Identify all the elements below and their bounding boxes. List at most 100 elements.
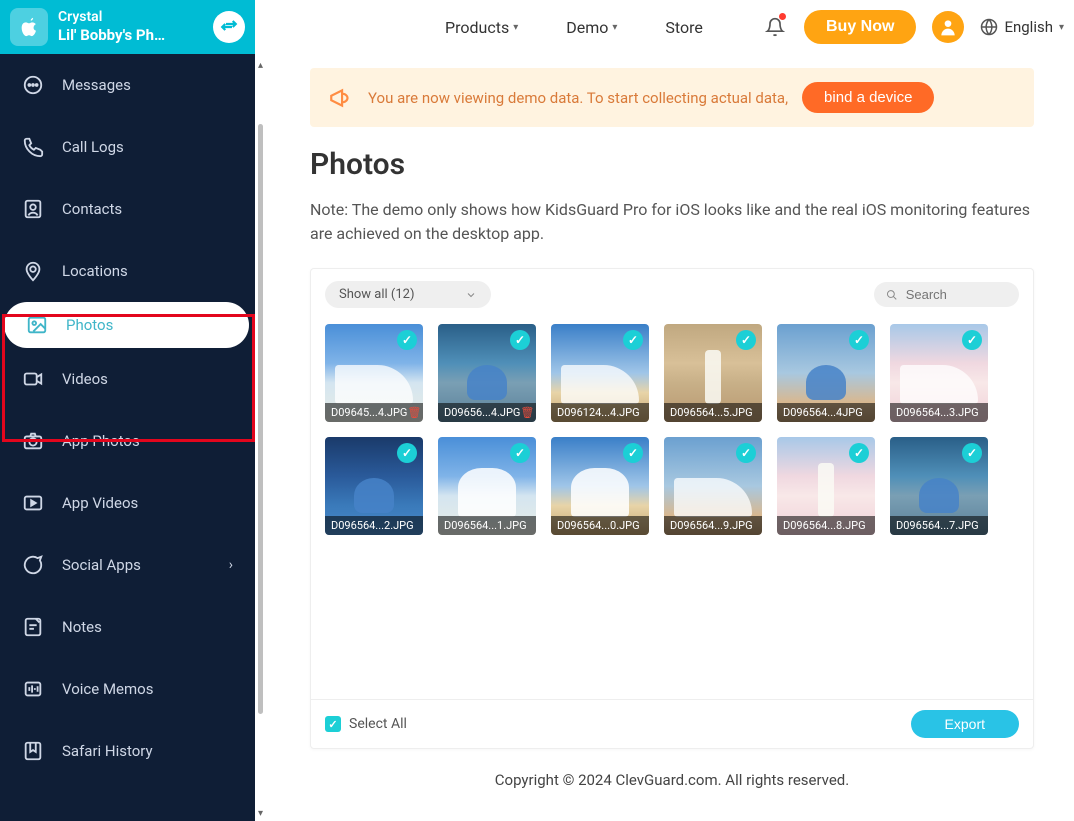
- photo-thumbnail[interactable]: ✓ D096564...3.JPG: [890, 324, 988, 422]
- filter-dropdown[interactable]: Show all (12): [325, 281, 491, 308]
- thumbnail-filename: D096564...0.JPG: [551, 516, 649, 535]
- sidebar-item-app-videos[interactable]: App Videos: [0, 472, 255, 534]
- user-icon: [938, 17, 958, 37]
- selected-check-icon: ✓: [397, 443, 417, 463]
- device-phone: Lil' Bobby's Pho...: [58, 26, 168, 46]
- bind-device-button[interactable]: bind a device: [802, 82, 934, 113]
- footer-copyright: Copyright © 2024 ClevGuard.com. All righ…: [310, 771, 1034, 789]
- contacts-icon: [22, 198, 44, 220]
- sidebar-item-label: Voice Memos: [62, 680, 153, 698]
- selected-check-icon: ✓: [849, 443, 869, 463]
- device-user: Crystal: [58, 8, 168, 26]
- language-selector[interactable]: English▾: [980, 18, 1064, 36]
- page-note: Note: The demo only shows how KidsGuard …: [310, 198, 1034, 246]
- globe-icon: [980, 18, 998, 36]
- nav-store[interactable]: Store: [665, 18, 702, 37]
- nav-demo[interactable]: Demo ▾: [566, 18, 617, 37]
- thumbnail-filename: D096124...4.JPG: [551, 403, 649, 422]
- panel-footer: ✓ Select All Export: [311, 699, 1033, 748]
- scrollbar[interactable]: [258, 124, 263, 714]
- search-box[interactable]: [874, 282, 1019, 307]
- selected-check-icon: ✓: [849, 330, 869, 350]
- sidebar-item-social-apps[interactable]: Social Apps›: [0, 534, 255, 596]
- photo-thumbnail[interactable]: ✓ D096564...9.JPG: [664, 437, 762, 535]
- selected-check-icon: ✓: [736, 330, 756, 350]
- photo-thumbnail[interactable]: ✓D096564...5.JPG: [664, 324, 762, 422]
- camera-icon: [22, 430, 44, 452]
- selected-check-icon: ✓: [510, 443, 530, 463]
- swap-device-button[interactable]: [213, 11, 245, 43]
- photo-thumbnail[interactable]: ✓ D09645...4.JPG🗑: [325, 324, 423, 422]
- photo-thumbnail[interactable]: ✓ D096564...4JPG: [777, 324, 875, 422]
- thumbnail-filename: D09656...4.JPG🗑: [438, 403, 536, 422]
- photo-icon: [26, 314, 48, 336]
- nav-right: Buy Now English▾: [762, 10, 1064, 44]
- photo-thumbnail[interactable]: ✓D096564...7.JPG: [890, 437, 988, 535]
- nav-products-label: Products: [445, 18, 509, 37]
- sidebar-item-label: Contacts: [62, 200, 122, 218]
- selected-check-icon: ✓: [736, 443, 756, 463]
- bell-icon: [765, 17, 785, 37]
- photo-thumbnail[interactable]: ✓D096564...0.JPG: [551, 437, 649, 535]
- thumbnail-filename: D096564...9.JPG: [664, 516, 762, 535]
- selected-check-icon: ✓: [962, 330, 982, 350]
- video-icon: [22, 368, 44, 390]
- main-content: You are now viewing demo data. To start …: [270, 54, 1074, 821]
- sidebar-item-label: Social Apps: [62, 556, 141, 574]
- selected-check-icon: ✓: [397, 330, 417, 350]
- thumbnail-filename: D096564...3.JPG: [890, 403, 988, 422]
- export-button[interactable]: Export: [911, 710, 1019, 738]
- thumbnail-filename: D096564...1.JPG: [438, 516, 536, 535]
- profile-button[interactable]: [932, 11, 964, 43]
- sidebar-item-notes[interactable]: Notes: [0, 596, 255, 658]
- sidebar-item-label: Videos: [62, 370, 108, 388]
- sidebar-item-label: App Videos: [62, 494, 138, 512]
- photo-thumbnail[interactable]: ✓D096564...2.JPG: [325, 437, 423, 535]
- select-all-checkbox[interactable]: ✓ Select All: [325, 716, 407, 732]
- search-icon: [886, 288, 898, 302]
- thumbnail-filename: D09645...4.JPG🗑: [325, 403, 423, 422]
- photo-thumbnail[interactable]: ✓D096564...8.JPG: [777, 437, 875, 535]
- sidebar-item-locations[interactable]: Locations: [0, 240, 255, 302]
- sidebar-item-contacts[interactable]: Contacts: [0, 178, 255, 240]
- sidebar-item-photos[interactable]: Photos: [4, 302, 249, 348]
- sidebar-item-messages[interactable]: Messages: [0, 54, 255, 116]
- nav-store-label: Store: [665, 18, 702, 37]
- trash-icon: 🗑: [520, 406, 534, 419]
- photo-thumbnail[interactable]: ✓ D096564...1.JPG: [438, 437, 536, 535]
- sidebar-item-videos[interactable]: Videos: [0, 348, 255, 410]
- notes-icon: [22, 616, 44, 638]
- search-input[interactable]: [906, 287, 1007, 302]
- sidebar-item-app-photos[interactable]: App Photos: [0, 410, 255, 472]
- thumbnail-filename: D096564...4JPG: [777, 403, 875, 422]
- nav-products[interactable]: Products▾: [445, 18, 518, 37]
- trash-icon: 🗑: [407, 406, 421, 419]
- caret-down-icon: ▾: [1059, 22, 1064, 33]
- sidebar-item-label: App Photos: [62, 432, 140, 450]
- page-title: Photos: [310, 147, 1034, 182]
- demo-banner: You are now viewing demo data. To start …: [310, 68, 1034, 127]
- sidebar-item-safari-history[interactable]: Safari History: [0, 720, 255, 782]
- buy-now-button[interactable]: Buy Now: [804, 10, 916, 44]
- photos-panel: Show all (12) ✓ D09645...4.JPG🗑 ✓ D09656...…: [310, 268, 1034, 749]
- device-header: Crystal Lil' Bobby's Pho...: [0, 0, 255, 54]
- scroll-up-icon: ▴: [258, 60, 268, 70]
- chevron-down-icon: ▾: [612, 22, 617, 33]
- sidebar-item-call-logs[interactable]: Call Logs: [0, 116, 255, 178]
- sidebar-menu: Messages Call Logs Contacts Locations Ph…: [0, 54, 255, 821]
- sidebar: Crystal Lil' Bobby's Pho... Messages Cal…: [0, 0, 255, 821]
- nav-demo-label: Demo: [566, 18, 608, 37]
- filter-label: Show all (12): [339, 287, 415, 302]
- thumbnail-filename: D096564...7.JPG: [890, 516, 988, 535]
- checkbox-checked-icon: ✓: [325, 716, 341, 732]
- notifications-button[interactable]: [762, 14, 788, 40]
- photo-thumbnail[interactable]: ✓ D09656...4.JPG🗑: [438, 324, 536, 422]
- chat-icon: [22, 554, 44, 576]
- sidebar-item-label: Messages: [62, 76, 131, 94]
- sidebar-item-voice-memos[interactable]: Voice Memos: [0, 658, 255, 720]
- notification-dot-icon: [779, 13, 786, 20]
- photo-grid: ✓D09645...4.JPG🗑✓D09656...4.JPG🗑✓D096124…: [311, 320, 1033, 549]
- selected-check-icon: ✓: [510, 330, 530, 350]
- photo-thumbnail[interactable]: ✓D096124...4.JPG: [551, 324, 649, 422]
- megaphone-icon: [328, 85, 354, 111]
